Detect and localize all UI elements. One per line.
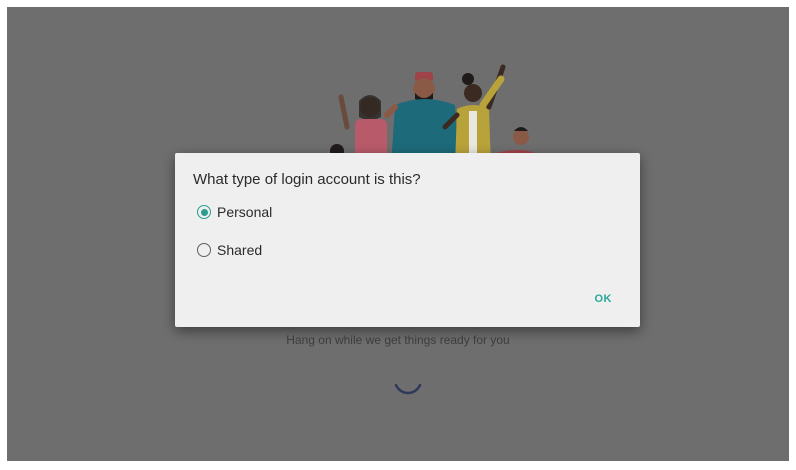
radio-unselected-icon[interactable] [197,243,211,257]
people-waving-illustration [330,64,535,167]
personal-option[interactable]: Personal [197,204,272,220]
ok-button[interactable]: OK [593,291,615,307]
app-window: Hang on while we get things ready for yo… [7,7,789,461]
shared-option-label: Shared [217,242,263,258]
account-type-dialog: What type of login account is this? Pers… [175,153,640,327]
radio-selected-icon[interactable] [197,205,211,219]
loading-spinner-icon [394,383,422,395]
loading-message: Hang on while we get things ready for yo… [286,333,510,347]
shared-option[interactable]: Shared [197,242,262,258]
dialog-title: What type of login account is this? [193,171,421,188]
personal-option-label: Personal [217,204,273,220]
